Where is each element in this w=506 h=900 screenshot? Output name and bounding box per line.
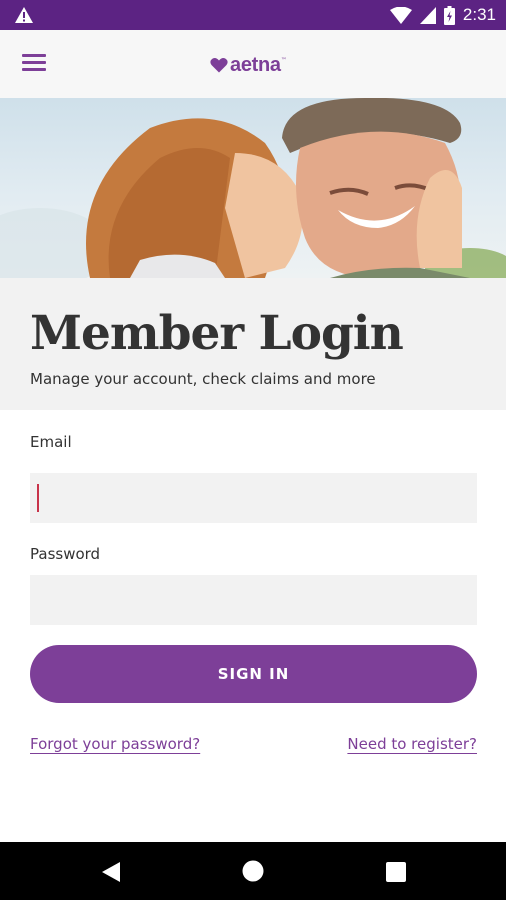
hamburger-menu-icon[interactable]	[22, 54, 48, 74]
recents-icon[interactable]	[386, 862, 406, 882]
password-field[interactable]	[30, 575, 477, 625]
back-icon[interactable]	[101, 861, 121, 883]
aetna-logo: aetna ™	[210, 52, 287, 78]
brand-mark: ™	[280, 56, 287, 64]
status-bar: 2:31	[0, 0, 506, 30]
password-label: Password	[30, 545, 101, 563]
app-bar: aetna ™	[0, 30, 506, 98]
couple-kiss-photo	[0, 98, 506, 278]
status-icons: 2:31	[389, 4, 496, 26]
page-subtitle: Manage your account, check claims and mo…	[30, 370, 376, 388]
signal-icon	[419, 6, 436, 24]
forgot-password-link[interactable]: Forgot your password?	[30, 735, 200, 753]
register-link[interactable]: Need to register?	[347, 735, 477, 753]
hero-image	[0, 98, 506, 278]
login-header: Member Login Manage your account, check …	[0, 278, 506, 410]
status-time: 2:31	[462, 5, 496, 24]
warning-icon	[15, 7, 33, 23]
sign-in-button[interactable]: SIGN IN	[30, 645, 477, 703]
page-title: Member Login	[30, 306, 404, 361]
heart-icon	[210, 58, 228, 73]
wifi-icon	[389, 6, 412, 24]
text-cursor	[37, 484, 39, 512]
email-field[interactable]	[30, 473, 477, 523]
email-label: Email	[30, 433, 72, 451]
brand-name: aetna	[230, 53, 281, 76]
home-icon[interactable]	[242, 860, 264, 882]
battery-icon	[443, 5, 455, 25]
nav-bar	[0, 842, 506, 900]
